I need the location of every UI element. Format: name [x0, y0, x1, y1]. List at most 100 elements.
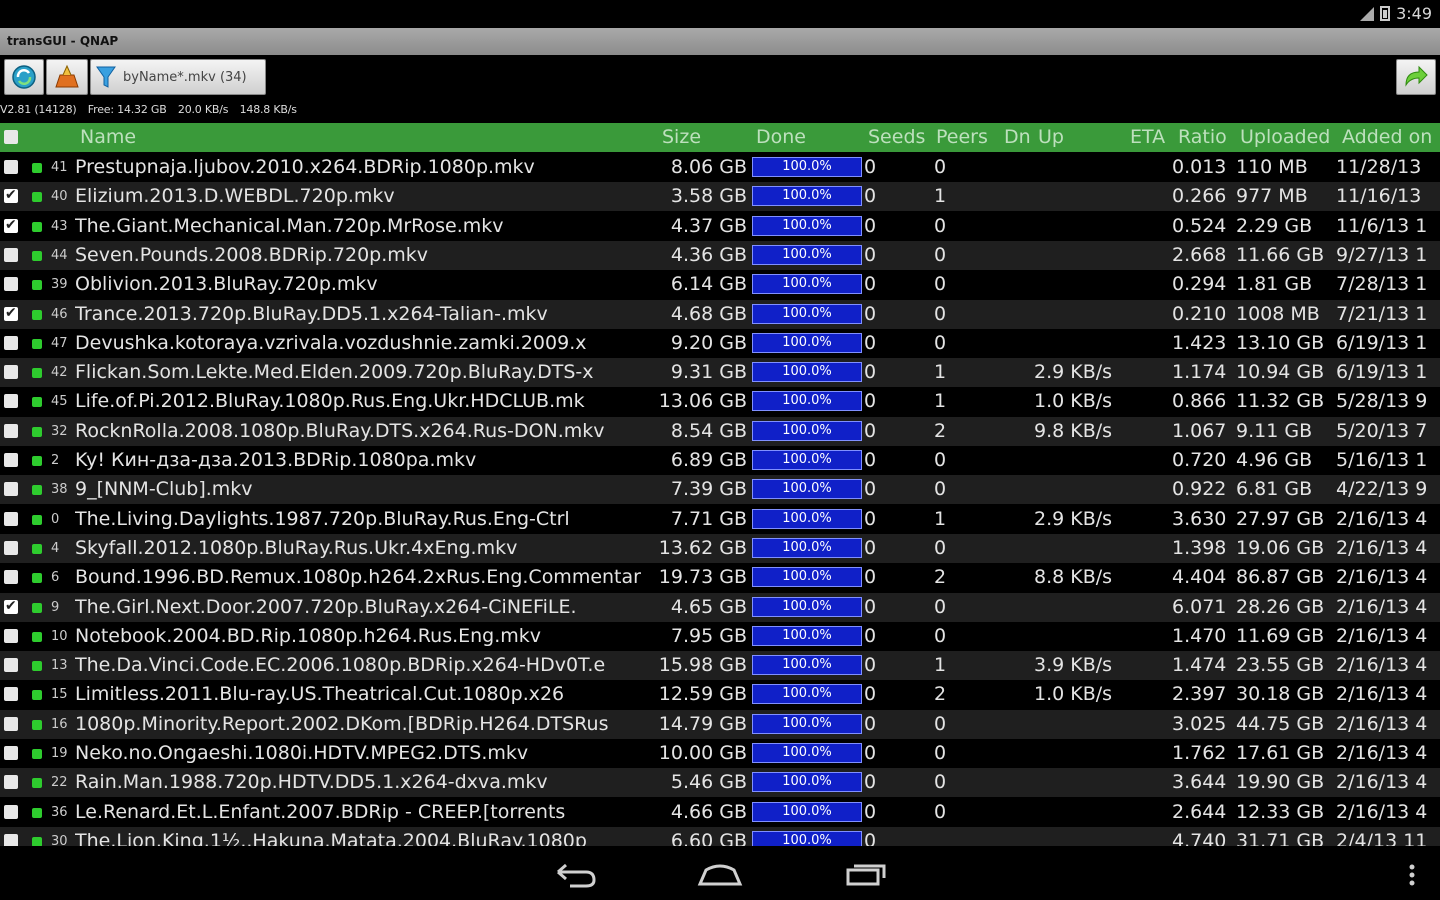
torrent-row[interactable]: 47 Devushka.kotoraya.vzrivala.vozdushnie.… [0, 328, 1440, 358]
row-checkbox[interactable] [4, 592, 18, 621]
torrent-row[interactable]: 30 The.Lion.King.1½..Hakuna.Matata.2004.B… [0, 826, 1440, 846]
status-seeding-icon [32, 631, 42, 642]
torrent-added-on: 11/6/13 1 [1336, 214, 1428, 237]
torrent-ratio: 1.474 [1172, 654, 1227, 677]
row-checkbox[interactable] [4, 511, 18, 526]
status-seeding-icon [32, 426, 42, 437]
torrent-row[interactable]: 44 Seven.Pounds.2008.BDRip.720p.mkv 4.36 G… [0, 240, 1440, 270]
row-checkbox[interactable] [4, 365, 18, 380]
col-name[interactable]: Name [80, 123, 136, 152]
torrent-row[interactable]: 38 9_[NNM-Club].mkv 7.39 GB 0 0 0.922 6.81 GB 4… [0, 475, 1440, 505]
torrent-row[interactable]: 4 Skyfall.2012.1080p.BluRay.Rus.Ukr.4xEng… [0, 533, 1440, 563]
row-checkbox[interactable] [4, 687, 18, 702]
recent-apps-icon[interactable] [842, 860, 890, 890]
torrent-row[interactable]: 0 The.Living.Daylights.1987.720p.BluRay.R… [0, 504, 1440, 534]
torrent-added-on: 2/16/13 4 [1336, 536, 1428, 559]
col-eta[interactable]: ETA [1130, 123, 1165, 152]
status-seeding-icon [32, 690, 42, 701]
col-dn[interactable]: Dn [1004, 123, 1031, 152]
row-checkbox[interactable] [4, 658, 18, 673]
back-icon[interactable] [552, 860, 600, 890]
torrent-size: 3.58 GB [670, 185, 747, 208]
torrent-row[interactable]: 22 Rain.Man.1988.720p.HDTV.DD5.1.x264-dxv… [0, 768, 1440, 798]
row-checkbox[interactable] [4, 570, 18, 585]
progress-bar: 100.0% [752, 420, 862, 441]
torrent-row[interactable]: 32 RocknRolla.2008.1080p.BluRay.DTS.x264.… [0, 416, 1440, 446]
refresh-button[interactable] [4, 59, 44, 95]
torrent-seeds: 0 [864, 302, 877, 325]
col-added[interactable]: Added on [1342, 123, 1432, 152]
torrent-row[interactable]: 15 Limitless.2011.Blu-ray.US.Theatrical.C… [0, 680, 1440, 710]
row-checkbox[interactable] [4, 181, 18, 210]
android-nav-bar [0, 846, 1440, 900]
filter-button[interactable]: byName*.mkv (34) [90, 59, 266, 95]
status-indicators: 3:49 [1360, 4, 1432, 23]
torrent-uploaded: 27.97 GB [1236, 507, 1325, 530]
torrent-id: 15 [51, 687, 68, 703]
torrent-list: 41 Prestupnaja.ljubov.2010.x264.BDRip.108… [0, 153, 1440, 846]
torrent-uploaded: 86.87 GB [1236, 566, 1325, 589]
torrent-added-on: 2/16/13 4 [1336, 800, 1428, 823]
row-checkbox[interactable] [4, 804, 18, 819]
torrent-added-on: 7/21/13 1 [1336, 302, 1428, 325]
select-all-checkbox[interactable] [4, 130, 18, 144]
torrent-row[interactable]: 45 Life.of.Pi.2012.BluRay.1080p.Rus.Eng.U… [0, 387, 1440, 417]
col-size[interactable]: Size [662, 123, 701, 152]
torrent-id: 38 [51, 482, 68, 498]
row-checkbox[interactable] [4, 299, 18, 328]
row-checkbox[interactable] [4, 423, 18, 438]
torrent-peers: 0 [934, 712, 947, 735]
row-checkbox[interactable] [4, 540, 18, 555]
transfer-info: V2.81 (14128) Free: 14.32 GB 20.0 KB/s 1… [0, 103, 305, 116]
row-checkbox[interactable] [4, 833, 18, 846]
torrent-upload-speed: 8.8 KB/s [1034, 566, 1113, 589]
torrent-seeds: 0 [864, 273, 877, 296]
row-checkbox[interactable] [4, 716, 18, 731]
row-checkbox[interactable] [4, 482, 18, 497]
torrent-ratio: 2.668 [1172, 243, 1227, 266]
torrent-seeds: 0 [864, 683, 877, 706]
torrent-name: Prestupnaja.ljubov.2010.x264.BDRip.1080p… [75, 156, 535, 178]
row-checkbox[interactable] [4, 394, 18, 409]
col-done[interactable]: Done [756, 123, 806, 152]
torrent-row[interactable]: 9 The.Girl.Next.Door.2007.720p.BluRay.x26… [0, 592, 1440, 622]
row-checkbox[interactable] [4, 211, 18, 240]
torrent-row[interactable]: 42 Flickan.Som.Lekte.Med.Elden.2009.720p.… [0, 358, 1440, 388]
row-checkbox[interactable] [4, 335, 18, 350]
torrent-uploaded: 44.75 GB [1236, 712, 1325, 735]
row-checkbox[interactable] [4, 775, 18, 790]
torrent-row[interactable]: 46 Trance.2013.720p.BluRay.DD5.1.x264-Tal… [0, 299, 1440, 329]
col-seeds[interactable]: Seeds [868, 123, 925, 152]
add-torrent-button[interactable] [46, 59, 88, 95]
row-checkbox[interactable] [4, 160, 18, 174]
torrent-row[interactable]: 10 Notebook.2004.BD.Rip.1080p.h264.Rus.En… [0, 621, 1440, 651]
torrent-row[interactable]: 2 Ky! Кин-дза-дза.2013.BDRip.1080pa.mkv 6.… [0, 446, 1440, 475]
torrent-row[interactable]: 13 The.Da.Vinci.Code.EC.2006.1080p.BDRip.… [0, 651, 1440, 681]
torrent-size: 6.60 GB [670, 829, 747, 846]
torrent-row[interactable]: 19 Neko.no.Ongaeshi.1080i.HDTV.MPEG2.DTS.… [0, 739, 1440, 768]
overflow-menu-icon[interactable] [1402, 862, 1422, 890]
row-checkbox[interactable] [4, 746, 18, 760]
torrent-row[interactable]: 40Elizium.2013.D.WEBDL.720p.mkv3.58 GB01… [0, 181, 1440, 212]
row-checkbox[interactable] [4, 247, 18, 262]
home-icon[interactable] [696, 860, 744, 890]
torrent-row[interactable]: 41 Prestupnaja.ljubov.2010.x264.BDRip.108… [0, 153, 1440, 182]
col-uploaded[interactable]: Uploaded [1240, 123, 1330, 152]
torrent-row[interactable]: 16 1080p.Minority.Report.2002.DKom.[BDRip… [0, 709, 1440, 739]
row-checkbox[interactable] [4, 628, 18, 643]
col-peers[interactable]: Peers [936, 123, 988, 152]
torrent-row[interactable]: 39 Oblivion.2013.BluRay.720p.mkv 6.14 GB 0 0… [0, 270, 1440, 300]
row-checkbox[interactable] [4, 453, 18, 467]
torrent-row[interactable]: 36 Le.Renard.Et.L.Enfant.2007.BDRip - CRE… [0, 797, 1440, 827]
forward-button[interactable] [1396, 59, 1436, 95]
torrent-peers: 1 [934, 507, 947, 530]
col-ratio[interactable]: Ratio [1178, 123, 1227, 152]
torrent-added-on: 2/4/13 11 [1336, 829, 1428, 846]
torrent-added-on: 2/16/13 4 [1336, 654, 1428, 677]
row-checkbox[interactable] [4, 277, 18, 292]
torrent-row[interactable]: 43 The.Giant.Mechanical.Man.720p.MrRose.m… [0, 211, 1440, 241]
progress-bar: 100.0% [752, 743, 862, 763]
torrent-row[interactable]: 6 Bound.1996.BD.Remux.1080p.h264.2xRus.En… [0, 563, 1440, 593]
col-up[interactable]: Up [1038, 123, 1064, 152]
torrent-uploaded: 11.66 GB [1236, 243, 1325, 266]
